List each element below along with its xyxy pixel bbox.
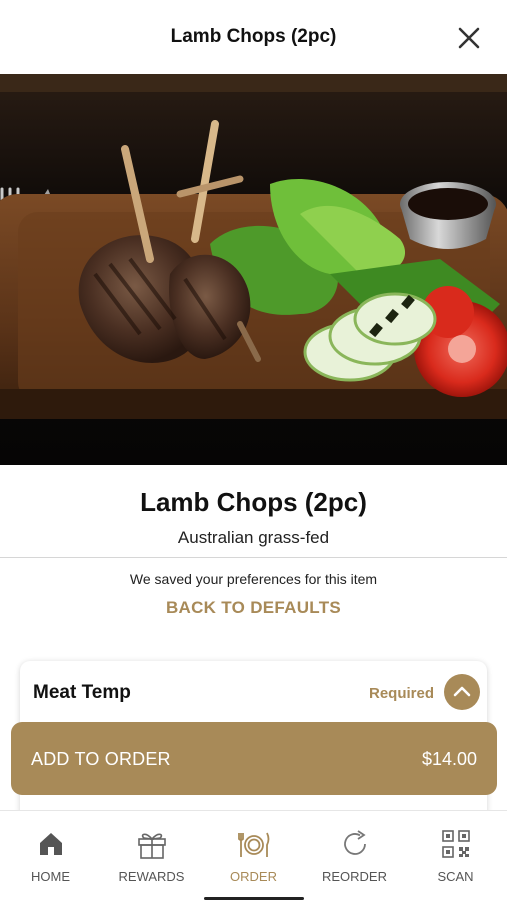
- modifier-title: Meat Temp: [33, 682, 131, 703]
- gift-icon: [138, 833, 166, 859]
- tab-reorder[interactable]: REORDER: [304, 811, 405, 899]
- collapse-toggle-button[interactable]: [444, 674, 480, 710]
- bottom-tab-bar: HOME REWARDS ORDER REORDER SCAN: [0, 810, 507, 900]
- tab-label: REWARDS: [118, 869, 185, 884]
- qr-code-icon: [442, 830, 470, 858]
- tab-label: REORDER: [321, 869, 387, 884]
- item-photo: [0, 74, 507, 465]
- header: Lamb Chops (2pc): [0, 0, 507, 74]
- tab-home[interactable]: HOME: [0, 811, 101, 899]
- plate-cutlery-icon: [238, 832, 270, 857]
- add-to-order-label: ADD TO ORDER: [31, 749, 171, 769]
- item-title: Lamb Chops (2pc): [140, 487, 367, 517]
- add-to-order-button[interactable]: ADD TO ORDER $14.00: [11, 722, 497, 795]
- header-title: Lamb Chops (2pc): [170, 26, 337, 47]
- back-to-defaults-link[interactable]: BACK TO DEFAULTS: [0, 598, 507, 618]
- tab-scan[interactable]: SCAN: [405, 811, 506, 899]
- close-button[interactable]: [453, 22, 485, 54]
- reorder-icon: [344, 830, 366, 855]
- tab-label: HOME: [31, 869, 70, 884]
- saved-preferences-note: We saved your preferences for this item: [129, 571, 378, 587]
- close-icon: [458, 27, 480, 49]
- tab-order[interactable]: ORDER: [203, 811, 304, 899]
- tab-label: ORDER: [230, 869, 277, 884]
- divider: [0, 557, 507, 558]
- required-badge: Required: [368, 685, 434, 702]
- tab-label: SCAN: [437, 869, 474, 884]
- item-description: Australian grass-fed: [177, 528, 330, 547]
- tab-rewards[interactable]: REWARDS: [101, 811, 202, 899]
- home-icon: [40, 833, 62, 855]
- chevron-up-icon: [453, 686, 471, 697]
- order-price: $14.00: [421, 749, 477, 769]
